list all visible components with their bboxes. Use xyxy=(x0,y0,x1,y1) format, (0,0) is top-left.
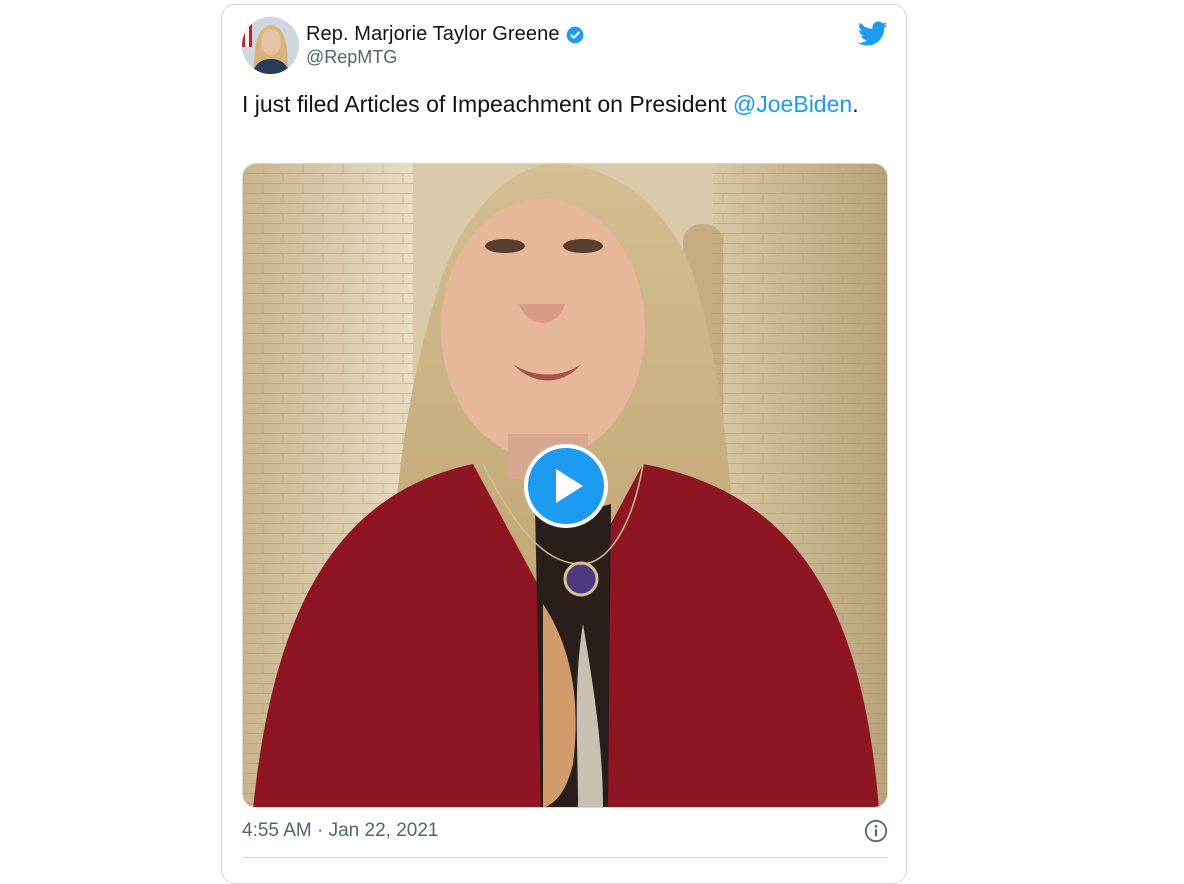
verified-badge-icon xyxy=(566,26,583,43)
info-icon[interactable] xyxy=(864,819,888,843)
display-name[interactable]: Rep. Marjorie Taylor Greene xyxy=(306,23,560,46)
play-button[interactable] xyxy=(524,444,608,528)
avatar[interactable] xyxy=(242,17,299,74)
tweet-text-body: I just filed Articles of Impeachment on … xyxy=(242,91,727,117)
author-block: Rep. Marjorie Taylor Greene @RepMTG xyxy=(306,23,585,68)
video-player[interactable] xyxy=(242,163,888,808)
handle[interactable]: @RepMTG xyxy=(306,47,585,68)
twitter-bird-icon[interactable] xyxy=(858,21,888,47)
tweet-header: Rep. Marjorie Taylor Greene @RepMTG xyxy=(242,17,888,77)
tweet-card: Rep. Marjorie Taylor Greene @RepMTG I ju… xyxy=(221,4,907,884)
tweet-text: I just filed Articles of Impeachment on … xyxy=(242,89,862,120)
tweet-timestamp[interactable]: 4:55 AM · Jan 22, 2021 xyxy=(242,820,438,842)
name-row: Rep. Marjorie Taylor Greene xyxy=(306,23,585,46)
play-icon xyxy=(556,469,583,503)
divider xyxy=(242,857,888,858)
mention-link[interactable]: @JoeBiden xyxy=(733,91,852,117)
tweet-text-end: . xyxy=(852,91,859,117)
